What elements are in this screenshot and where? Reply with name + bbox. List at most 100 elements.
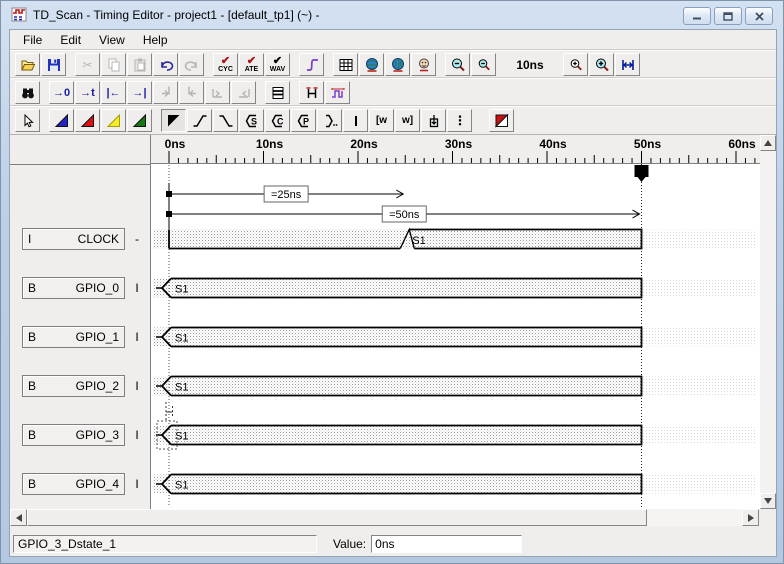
scroll-left-button[interactable] — [10, 509, 27, 526]
horizontal-scrollbar[interactable] — [10, 509, 776, 526]
falling-edge-button[interactable] — [213, 109, 238, 132]
yellow-triangle-button[interactable] — [101, 109, 126, 132]
prev-edge-button[interactable]: |← — [101, 81, 126, 104]
falling-edge-icon — [218, 113, 234, 129]
measure-wave-button[interactable] — [325, 81, 350, 104]
ate-check-button[interactable]: ✔ ATE — [239, 53, 264, 76]
waveform-canvas[interactable]: 0ns10ns20ns30ns40ns50ns60ns =25ns=50ns S… — [151, 135, 760, 509]
zoom-in-alt-button[interactable] — [589, 53, 614, 76]
cyc-check-button[interactable]: ✔ CYC — [213, 53, 238, 76]
signal-label-box[interactable]: B GPIO_0 — [22, 277, 125, 299]
save-button[interactable] — [41, 53, 66, 76]
ate-label: ATE — [245, 66, 258, 73]
sync-globe-button[interactable] — [359, 53, 384, 76]
blue-triangle-icon — [54, 113, 70, 129]
state-close-button[interactable] — [317, 109, 342, 132]
zoom-out-button[interactable] — [445, 53, 470, 76]
black-triangle-button[interactable] — [161, 109, 186, 132]
state-s-button[interactable]: S — [239, 109, 264, 132]
svg-text:S1: S1 — [175, 382, 188, 394]
grid-button[interactable] — [333, 53, 358, 76]
scurve-button[interactable] — [299, 53, 324, 76]
state-p-button[interactable]: P — [291, 109, 316, 132]
dashed-bar-icon — [452, 113, 468, 129]
zoom-out-alt-button[interactable] — [471, 53, 496, 76]
red-triangle-button[interactable] — [75, 109, 100, 132]
maximize-button[interactable] — [714, 7, 742, 25]
signal-label-box[interactable]: B GPIO_4 — [22, 473, 125, 495]
state-close-bracket-icon — [322, 113, 338, 129]
menu-file[interactable]: File — [14, 31, 51, 49]
dashed-bar-button[interactable] — [447, 109, 472, 132]
shmoo-globe-icon — [390, 57, 406, 73]
waveform-panel: 0ns10ns20ns30ns40ns50ns60ns =25ns=50ns S… — [151, 135, 760, 509]
minimize-button[interactable] — [683, 7, 711, 25]
scroll-right-button[interactable] — [742, 509, 759, 526]
open-button[interactable] — [15, 53, 40, 76]
svg-text:50ns: 50ns — [634, 137, 662, 151]
next-edge-button[interactable]: →| — [127, 81, 152, 104]
signal-row-gpio3: B GPIO_3 I — [10, 424, 152, 447]
goto-time-button[interactable]: →t — [75, 81, 100, 104]
signal-name: GPIO_3 — [36, 428, 124, 442]
zoom-out-icon — [450, 57, 466, 73]
close-button[interactable] — [745, 7, 773, 25]
state-c-button[interactable]: C — [265, 109, 290, 132]
signal-label-box[interactable]: B GPIO_3 — [22, 424, 125, 446]
scrollbar-thumb[interactable] — [27, 509, 647, 526]
title-bar: TD_Scan - Timing Editor - project1 - [de… — [11, 5, 673, 25]
undo-button[interactable] — [153, 53, 178, 76]
w-open-button[interactable]: [w — [369, 109, 394, 132]
vertical-bar-icon — [348, 113, 364, 129]
measure-h-button[interactable] — [299, 81, 324, 104]
wav-check-button[interactable]: ✔ WAV — [265, 53, 290, 76]
shmoo-globe-button[interactable] — [385, 53, 410, 76]
scroll-down-button[interactable] — [760, 493, 776, 509]
red-flag-triangle-button[interactable] — [489, 109, 514, 132]
purple-scurve-icon — [304, 57, 320, 73]
select-cursor-button[interactable] — [15, 109, 40, 132]
rows-button[interactable] — [265, 81, 290, 104]
vertical-scrollbar[interactable] — [760, 135, 776, 509]
copy-button[interactable] — [101, 53, 126, 76]
menu-help[interactable]: Help — [134, 31, 177, 49]
bar-button[interactable] — [343, 109, 368, 132]
minimize-icon — [692, 12, 702, 21]
svg-text:60ns: 60ns — [728, 137, 756, 151]
first-event-button[interactable] — [205, 81, 230, 104]
scrollbar-track[interactable] — [27, 509, 742, 526]
red-white-triangle-icon — [494, 113, 510, 129]
zoom-fit-button[interactable] — [615, 53, 640, 76]
signal-label-box[interactable]: B GPIO_1 — [22, 326, 125, 348]
prev-event-button[interactable] — [153, 81, 178, 104]
svg-text:30ns: 30ns — [445, 137, 473, 151]
yellow-triangle-icon — [106, 113, 122, 129]
next-event-icon — [184, 85, 200, 101]
zoom-in-icon — [568, 57, 584, 73]
next-event-button[interactable] — [179, 81, 204, 104]
scroll-up-button[interactable] — [760, 135, 776, 151]
signal-io: B — [23, 428, 36, 442]
goto-zero-button[interactable]: →0 — [49, 81, 74, 104]
redo-button[interactable] — [179, 53, 204, 76]
pulse-box-button[interactable] — [421, 109, 446, 132]
w-close-button[interactable]: w] — [395, 109, 420, 132]
cut-button[interactable]: ✂ — [75, 53, 100, 76]
rising-edge-button[interactable] — [187, 109, 212, 132]
person-button[interactable] — [411, 53, 436, 76]
find-button[interactable] — [15, 81, 40, 104]
last-event-button[interactable] — [231, 81, 256, 104]
green-triangle-button[interactable] — [127, 109, 152, 132]
blue-triangle-button[interactable] — [49, 109, 74, 132]
signal-label-box[interactable]: I CLOCK — [22, 228, 125, 250]
value-input[interactable] — [371, 535, 522, 553]
signal-label-box[interactable]: B GPIO_2 — [22, 375, 125, 397]
toolbar-main: ✂ ✔ CYC — [10, 50, 776, 78]
zoom-in-button[interactable] — [563, 53, 588, 76]
state-s-bracket-icon: S — [244, 113, 260, 129]
paste-button[interactable] — [127, 53, 152, 76]
scrollbar-corner — [759, 509, 776, 526]
w-open-icon: [w — [376, 116, 387, 126]
menu-edit[interactable]: Edit — [51, 31, 90, 49]
menu-view[interactable]: View — [90, 31, 134, 49]
